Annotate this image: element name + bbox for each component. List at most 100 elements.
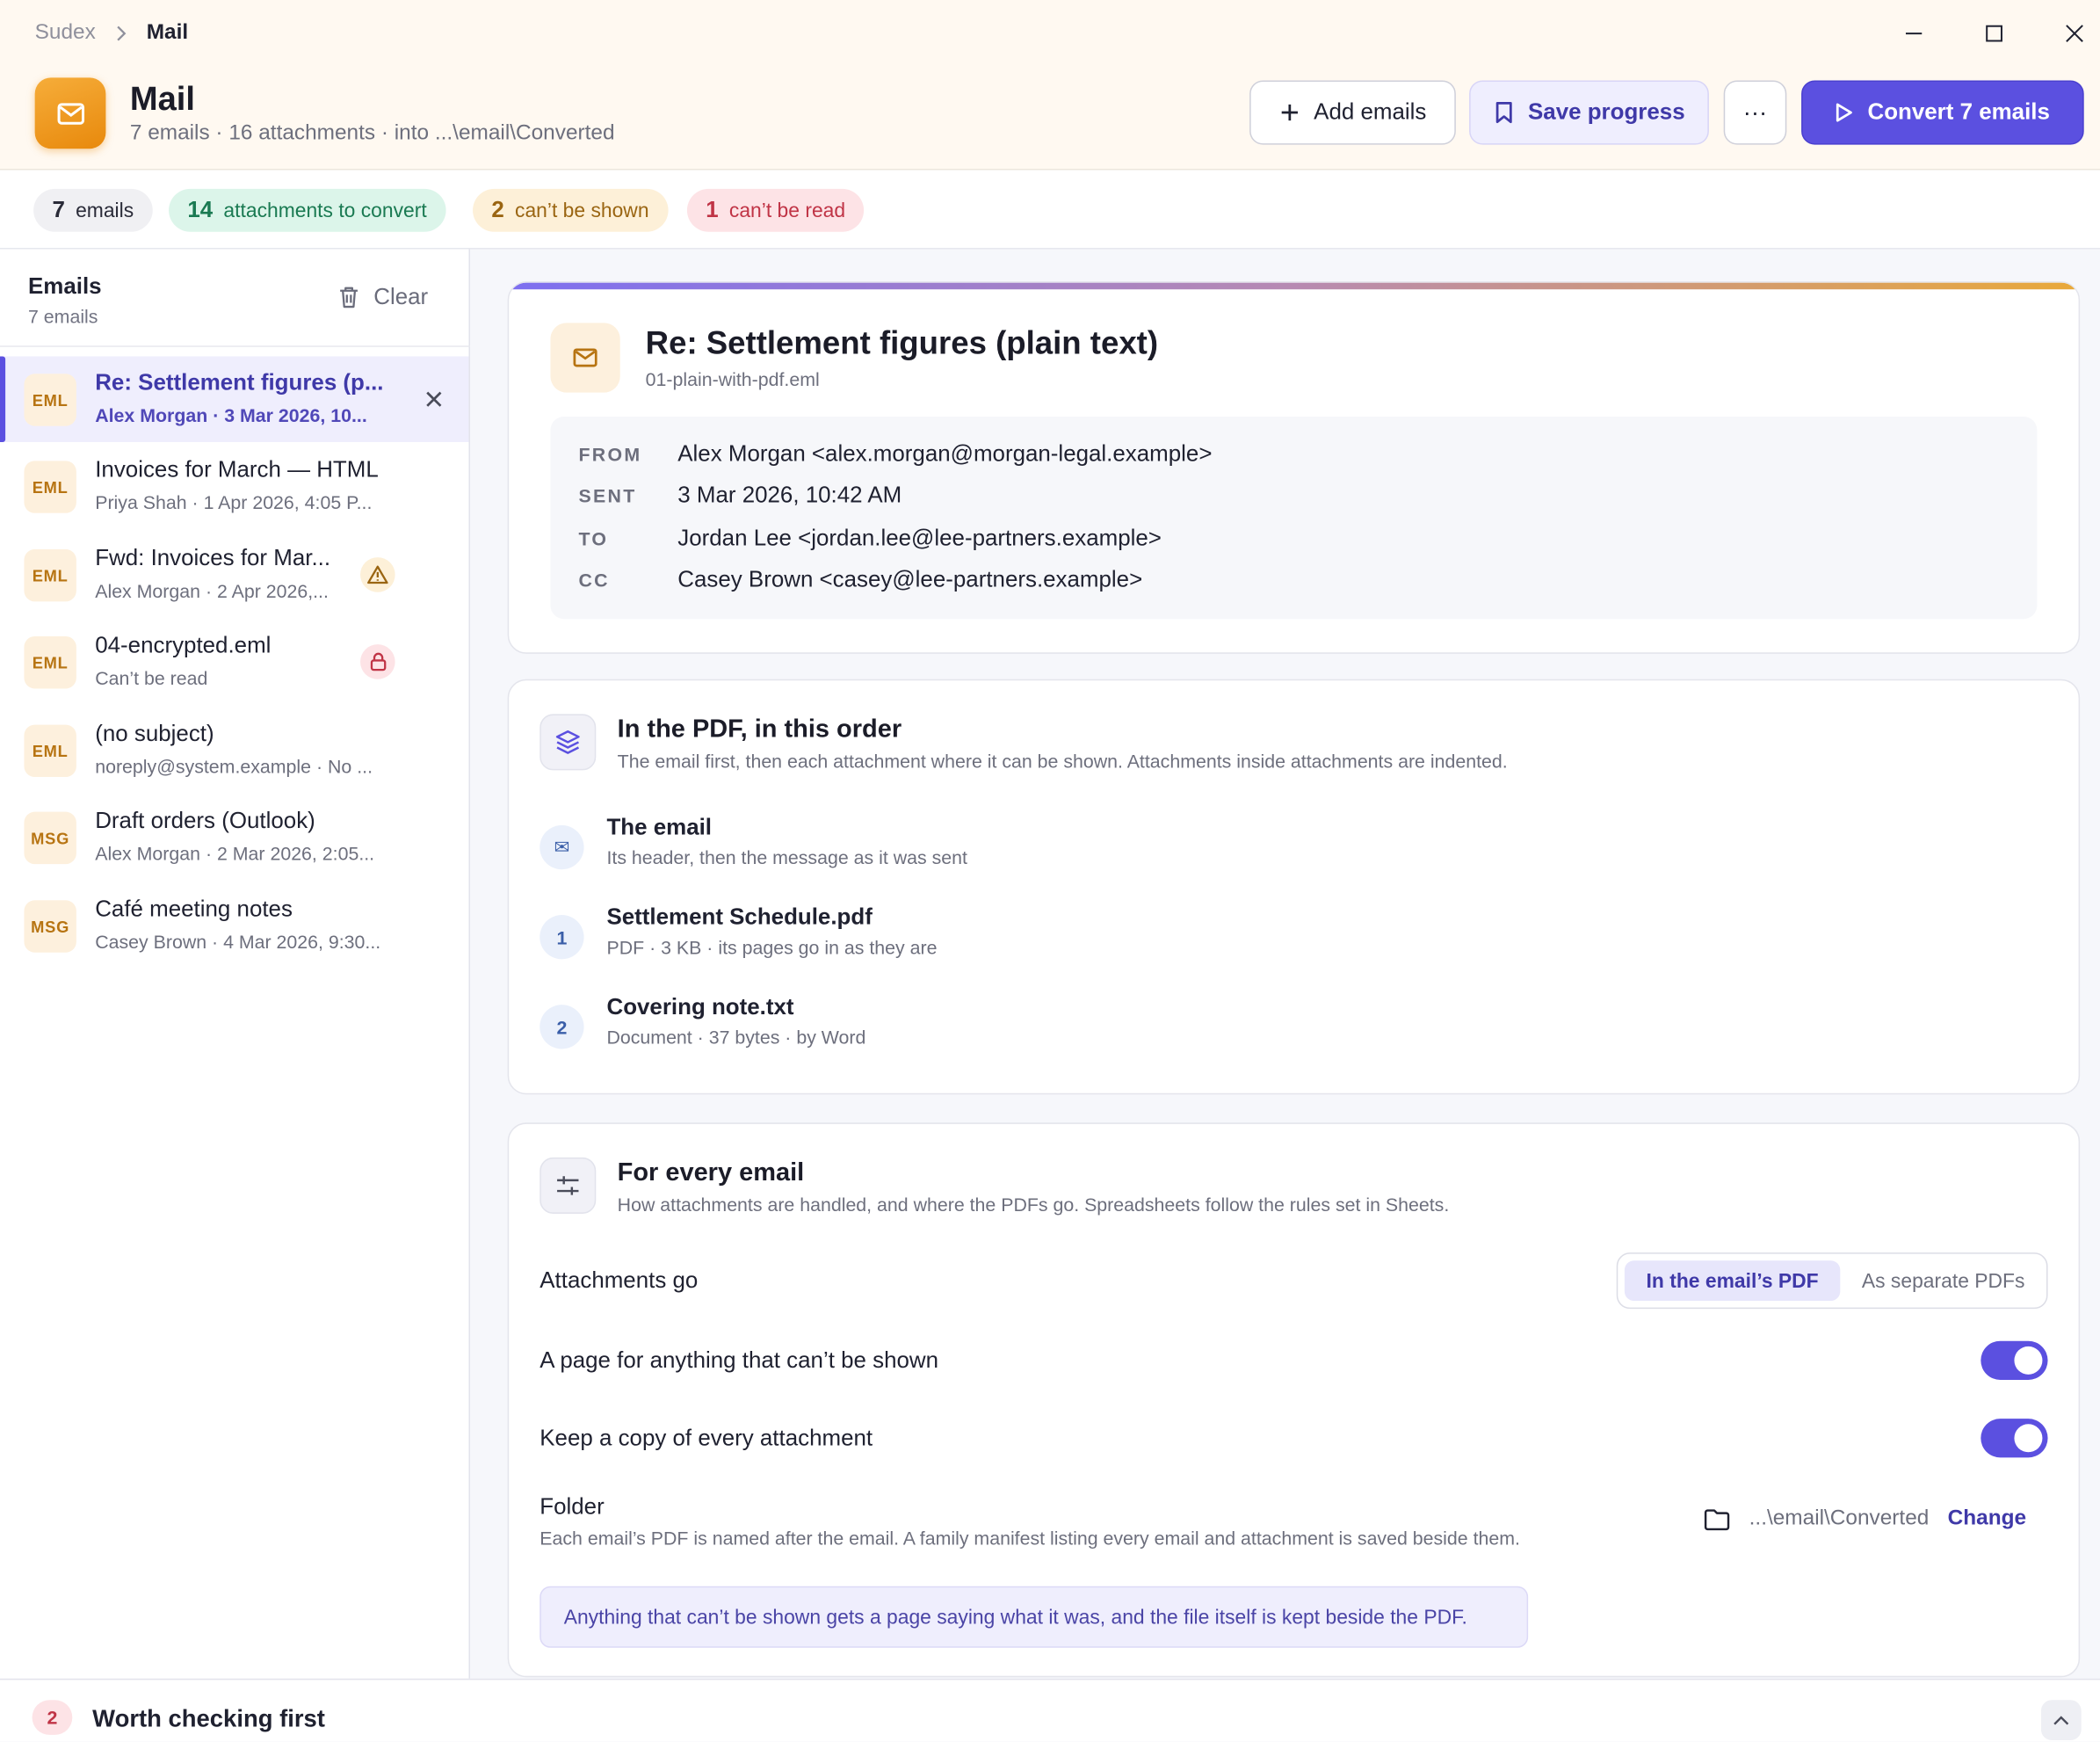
close-window-button[interactable] [2057, 18, 2092, 48]
folder-description: Each email’s PDF is named after the emai… [539, 1527, 1520, 1550]
file-type-badge: EML [24, 461, 76, 513]
add-emails-button[interactable]: Add emails [1249, 80, 1456, 145]
convert-chip[interactable]: 14 attachments to convert [169, 188, 446, 232]
section-title: For every email [617, 1158, 805, 1187]
info-note: Anything that can’t be shown gets a page… [539, 1586, 1529, 1648]
emails-chip[interactable]: 7 emails [33, 188, 153, 232]
header-row-to: TO Jordan Lee <jordan.lee@lee-partners.e… [578, 525, 1161, 551]
convert-chip-count: 14 [187, 197, 214, 223]
seg-separate-pdfs[interactable]: As separate PDFs [1845, 1260, 2041, 1301]
list-item-subtitle: Alex Morgan · 2 Mar 2026, 2:05... [95, 842, 375, 865]
change-folder-button[interactable]: Change [1948, 1507, 2026, 1531]
pdf-order-card: In the PDF, in this order The email firs… [507, 679, 2081, 1095]
worth-checking-panel[interactable]: 2 Worth checking first [0, 1678, 2100, 1742]
list-item-subtitle: Priya Shah · 1 Apr 2026, 4:05 P... [95, 491, 373, 513]
email-preview-card: Re: Settlement figures (plain text) 01-p… [507, 281, 2081, 654]
email-list-sidebar: Emails 7 emails Clear EML Re: Settlement… [0, 249, 471, 1679]
chevron-up-icon [2053, 1716, 2069, 1725]
app-window: Sudex Mail Mail 7 emails · 16 attachment… [0, 0, 2100, 1742]
plus-icon [1281, 104, 1298, 121]
header-row-cc: CC Casey Brown <casey@lee-partners.examp… [578, 567, 1142, 593]
list-item-title: Re: Settlement figures (p... [95, 369, 384, 396]
layers-icon [539, 714, 597, 771]
header-key: SENT [578, 484, 637, 507]
list-item-subtitle: Alex Morgan · 2 Apr 2026,... [95, 579, 329, 602]
more-icon: ··· [1742, 98, 1768, 126]
list-item[interactable]: MSG Café meeting notes Casey Brown · 4 M… [0, 882, 468, 969]
minimize-icon [1905, 33, 1923, 35]
convert-button[interactable]: Convert 7 emails [1801, 80, 2084, 145]
order-number: 1 [539, 915, 584, 960]
header-row-sent: SENT 3 Mar 2026, 10:42 AM [578, 483, 902, 509]
list-item-title: Café meeting notes [95, 896, 293, 922]
file-type-badge: EML [24, 548, 76, 602]
maximize-button[interactable] [1977, 18, 2012, 48]
list-item[interactable]: EML Invoices for March — HTML Priya Shah… [0, 444, 468, 530]
expand-panel-button[interactable] [2040, 1700, 2082, 1740]
folder-label: Folder [539, 1493, 605, 1520]
sidebar-title: Emails [28, 272, 102, 299]
seg-in-email-pdf[interactable]: In the email’s PDF [1624, 1260, 1841, 1302]
warning-icon [360, 557, 395, 592]
list-item[interactable]: EML (no subject) noreply@system.example … [0, 708, 468, 794]
cant-show-page-toggle[interactable] [1981, 1340, 2048, 1380]
list-item[interactable]: EML 04-encrypted.eml Can’t be read [0, 619, 468, 705]
breadcrumb: Sudex Mail [35, 21, 189, 45]
keep-copy-toggle[interactable] [1981, 1419, 2048, 1458]
emails-chip-label: emails [76, 199, 134, 222]
page-subtitle: 7 emails · 16 attachments · into ...\ema… [129, 121, 615, 145]
list-item-title: Invoices for March — HTML [95, 456, 379, 483]
header-value: 3 Mar 2026, 10:42 AM [677, 482, 902, 508]
file-type-badge: MSG [24, 900, 76, 953]
list-item-title: 04-encrypted.eml [95, 632, 272, 658]
order-item-subtitle: Its header, then the message as it was s… [606, 846, 967, 868]
header-key: CC [578, 569, 610, 592]
close-icon [426, 391, 442, 407]
folder-icon [1704, 1508, 1730, 1530]
order-item-title: The email [606, 814, 713, 840]
list-item[interactable]: EML Fwd: Invoices for Mar... Alex Morgan… [0, 532, 468, 618]
file-type-badge: EML [24, 724, 76, 778]
worth-checking-title: Worth checking first [92, 1705, 325, 1732]
save-progress-button[interactable]: Save progress [1469, 80, 1709, 145]
order-number: 2 [539, 1005, 584, 1049]
cant-show-page-label: A page for anything that can’t be shown [539, 1347, 939, 1374]
list-item-title: Draft orders (Outlook) [95, 808, 315, 834]
cant-be-read-chip[interactable]: 1 can’t be read [686, 188, 865, 232]
trash-icon [340, 287, 358, 308]
save-progress-label: Save progress [1528, 98, 1685, 125]
convert-chip-label: attachments to convert [223, 199, 427, 222]
email-subject: Re: Settlement figures (plain text) [645, 325, 1159, 362]
section-title: In the PDF, in this order [617, 715, 902, 744]
cant-be-read-label: can’t be read [728, 199, 846, 222]
cant-be-shown-label: can’t be shown [515, 199, 649, 222]
more-options-button[interactable]: ··· [1723, 80, 1787, 145]
file-type-badge: MSG [24, 811, 76, 865]
list-item[interactable]: MSG Draft orders (Outlook) Alex Morgan ·… [0, 795, 468, 881]
section-subtitle: The email first, then each attachment wh… [617, 750, 1508, 772]
page-title: Mail [129, 80, 195, 119]
clear-button[interactable]: Clear [337, 284, 428, 310]
summary-bar: 7 emails 14 attachments to convert 2 can… [0, 170, 2100, 250]
list-item-title: Fwd: Invoices for Mar... [95, 545, 331, 571]
minimize-button[interactable] [1896, 18, 1931, 48]
list-item[interactable]: EML Re: Settlement figures (p... Alex Mo… [0, 356, 469, 442]
app-header: Sudex Mail Mail 7 emails · 16 attachment… [0, 0, 2100, 171]
keep-copy-label: Keep a copy of every attachment [539, 1425, 873, 1451]
header-value: Casey Brown <casey@lee-partners.example> [677, 566, 1143, 592]
remove-email-button[interactable] [421, 386, 447, 412]
breadcrumb-root[interactable]: Sudex [35, 21, 96, 45]
lock-icon [360, 644, 395, 679]
file-type-badge: EML [24, 374, 76, 426]
attachments-label: Attachments go [539, 1267, 699, 1293]
folder-path: ...\email\Converted [1749, 1506, 1930, 1530]
bookmark-icon [1495, 101, 1512, 124]
cant-be-shown-count: 2 [491, 197, 504, 223]
worth-checking-count: 2 [32, 1700, 73, 1735]
cant-be-shown-chip[interactable]: 2 can’t be shown [473, 188, 668, 232]
maximize-icon [1986, 25, 2002, 42]
email-filename: 01-plain-with-pdf.eml [645, 368, 820, 390]
play-icon [1836, 103, 1853, 122]
header-value: Jordan Lee <jordan.lee@lee-partners.exam… [677, 525, 1162, 551]
order-item-title: Covering note.txt [606, 993, 794, 1020]
